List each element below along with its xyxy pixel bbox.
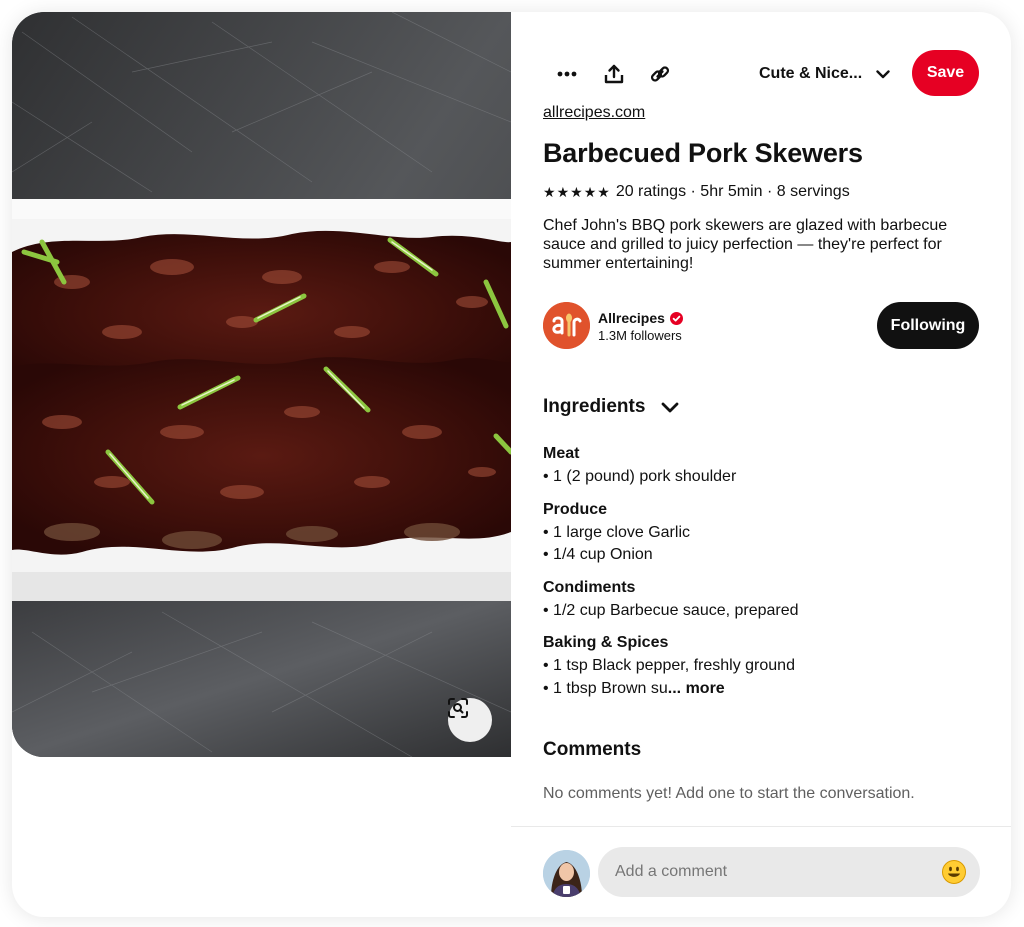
creator-avatar[interactable]	[543, 302, 590, 349]
lens-search-icon	[448, 698, 468, 718]
star-icon: ★	[583, 184, 597, 200]
visual-search-button[interactable]	[448, 698, 492, 742]
link-icon	[650, 66, 670, 82]
ingredients-toggle[interactable]: Ingredients	[543, 396, 679, 418]
ingredient-group-title: Meat	[543, 445, 580, 462]
comment-input-box	[598, 847, 980, 897]
ingredient-item: • 1 large clove Garlic	[543, 522, 983, 545]
rating-stars: ★ ★ ★ ★ ★	[543, 185, 610, 199]
pork-skewers-photo	[12, 12, 511, 757]
user-photo	[543, 850, 590, 897]
user-avatar[interactable]	[543, 850, 590, 897]
board-name: Cute & Nice...	[759, 65, 863, 82]
creator-name: Allrecipes	[598, 310, 665, 326]
chevron-down-icon	[661, 402, 679, 413]
ingredient-text: • 1 (2 pound) pork shoulder	[543, 468, 737, 485]
ingredient-item: • 1/4 cup Onion	[543, 544, 983, 567]
creator-row: Allrecipes 1.3M followers Following	[543, 302, 979, 350]
pin-description: Chef John's BBQ pork skewers are glazed …	[543, 217, 948, 272]
cook-time: 5hr 5min	[700, 183, 763, 200]
pin-image[interactable]	[12, 12, 511, 757]
ingredient-group: Condiments • 1/2 cup Barbecue sauce, prep…	[543, 578, 983, 623]
creator-name-link[interactable]: Allrecipes	[598, 310, 683, 326]
meta-separator: ·	[762, 183, 777, 200]
divider	[511, 826, 1011, 827]
ratings-count: 20 ratings	[615, 183, 687, 200]
emoji-button[interactable]	[942, 860, 966, 884]
servings: 8 servings	[776, 183, 850, 200]
save-button[interactable]: Save	[912, 50, 979, 96]
pin-details-panel: Cute & Nice... Save allrecipes.com Barbe…	[511, 12, 1011, 917]
follower-count: 1.3M followers	[598, 328, 682, 343]
ingredient-group: Baking & Spices • 1 tsp Black pepper, fre…	[543, 633, 983, 700]
share-button[interactable]	[596, 56, 632, 92]
copy-link-button[interactable]	[642, 56, 678, 92]
ingredient-group-title: Produce	[543, 500, 608, 518]
more-link[interactable]: ... more	[668, 680, 725, 697]
chevron-down-icon	[876, 69, 890, 79]
more-options-button[interactable]	[549, 56, 585, 92]
ingredient-group-title: Baking & Spices	[543, 634, 669, 651]
share-upload-icon	[604, 64, 624, 84]
ingredient-item: • 1 tsp Black pepper, freshly ground	[543, 655, 983, 678]
ingredient-group: Meat • 1 (2 pound) pork shoulder	[543, 444, 983, 489]
no-comments-text: No comments yet! Add one to start the co…	[543, 785, 915, 802]
ingredient-group: Produce • 1 large clove Garlic • 1/4 cup O…	[543, 500, 983, 567]
pin-closeup-card: Cute & Nice... Save allrecipes.com Barbe…	[12, 12, 1011, 917]
ingredients-title: Ingredients	[543, 396, 646, 417]
ingredient-item: • 1 (2 pound) pork shoulder	[543, 466, 983, 489]
star-icon: ★	[570, 184, 583, 200]
ingredient-group-title: Condiments	[543, 578, 636, 596]
smiley-emoji-icon	[948, 866, 960, 877]
comments-title: Comments	[543, 739, 642, 760]
following-button[interactable]: Following	[877, 302, 979, 349]
ingredient-item: • 1 tbsp Brown su... more	[543, 678, 983, 701]
ingredient-item: • 1/2 cup Barbecue sauce, prepared	[543, 600, 983, 623]
verified-badge-icon	[669, 311, 683, 325]
ingredient-text: • 1/4 cup Onion	[543, 546, 653, 563]
recipe-meta: ★ ★ ★ ★ ★ 20 ratings · 5hr 5min · 8 servings	[543, 182, 850, 202]
allrecipes-logo-icon	[543, 302, 590, 349]
comment-input[interactable]	[615, 863, 935, 881]
ellipsis-icon	[557, 71, 577, 77]
pin-toolbar: Cute & Nice... Save	[511, 50, 1011, 98]
star-icon: ★	[556, 184, 570, 200]
source-link[interactable]: allrecipes.com	[543, 104, 645, 122]
ingredients-list: Meat • 1 (2 pound) pork shoulder Produce • …	[543, 444, 983, 711]
ingredient-text: • 1 large clove Garlic	[543, 523, 690, 541]
star-icon: ★	[597, 184, 610, 200]
ingredient-text: • 1/2 cup Barbecue sauce, prepared	[543, 601, 799, 619]
board-selector[interactable]: Cute & Nice...	[759, 56, 890, 92]
ingredient-text: • 1 tsp Black pepper, freshly ground	[543, 657, 795, 674]
meta-separator: ·	[686, 183, 701, 200]
star-icon: ★	[543, 184, 556, 200]
ingredient-text: • 1 tbsp Brown su	[543, 679, 668, 697]
pin-title: Barbecued Pork Skewers	[543, 138, 863, 168]
